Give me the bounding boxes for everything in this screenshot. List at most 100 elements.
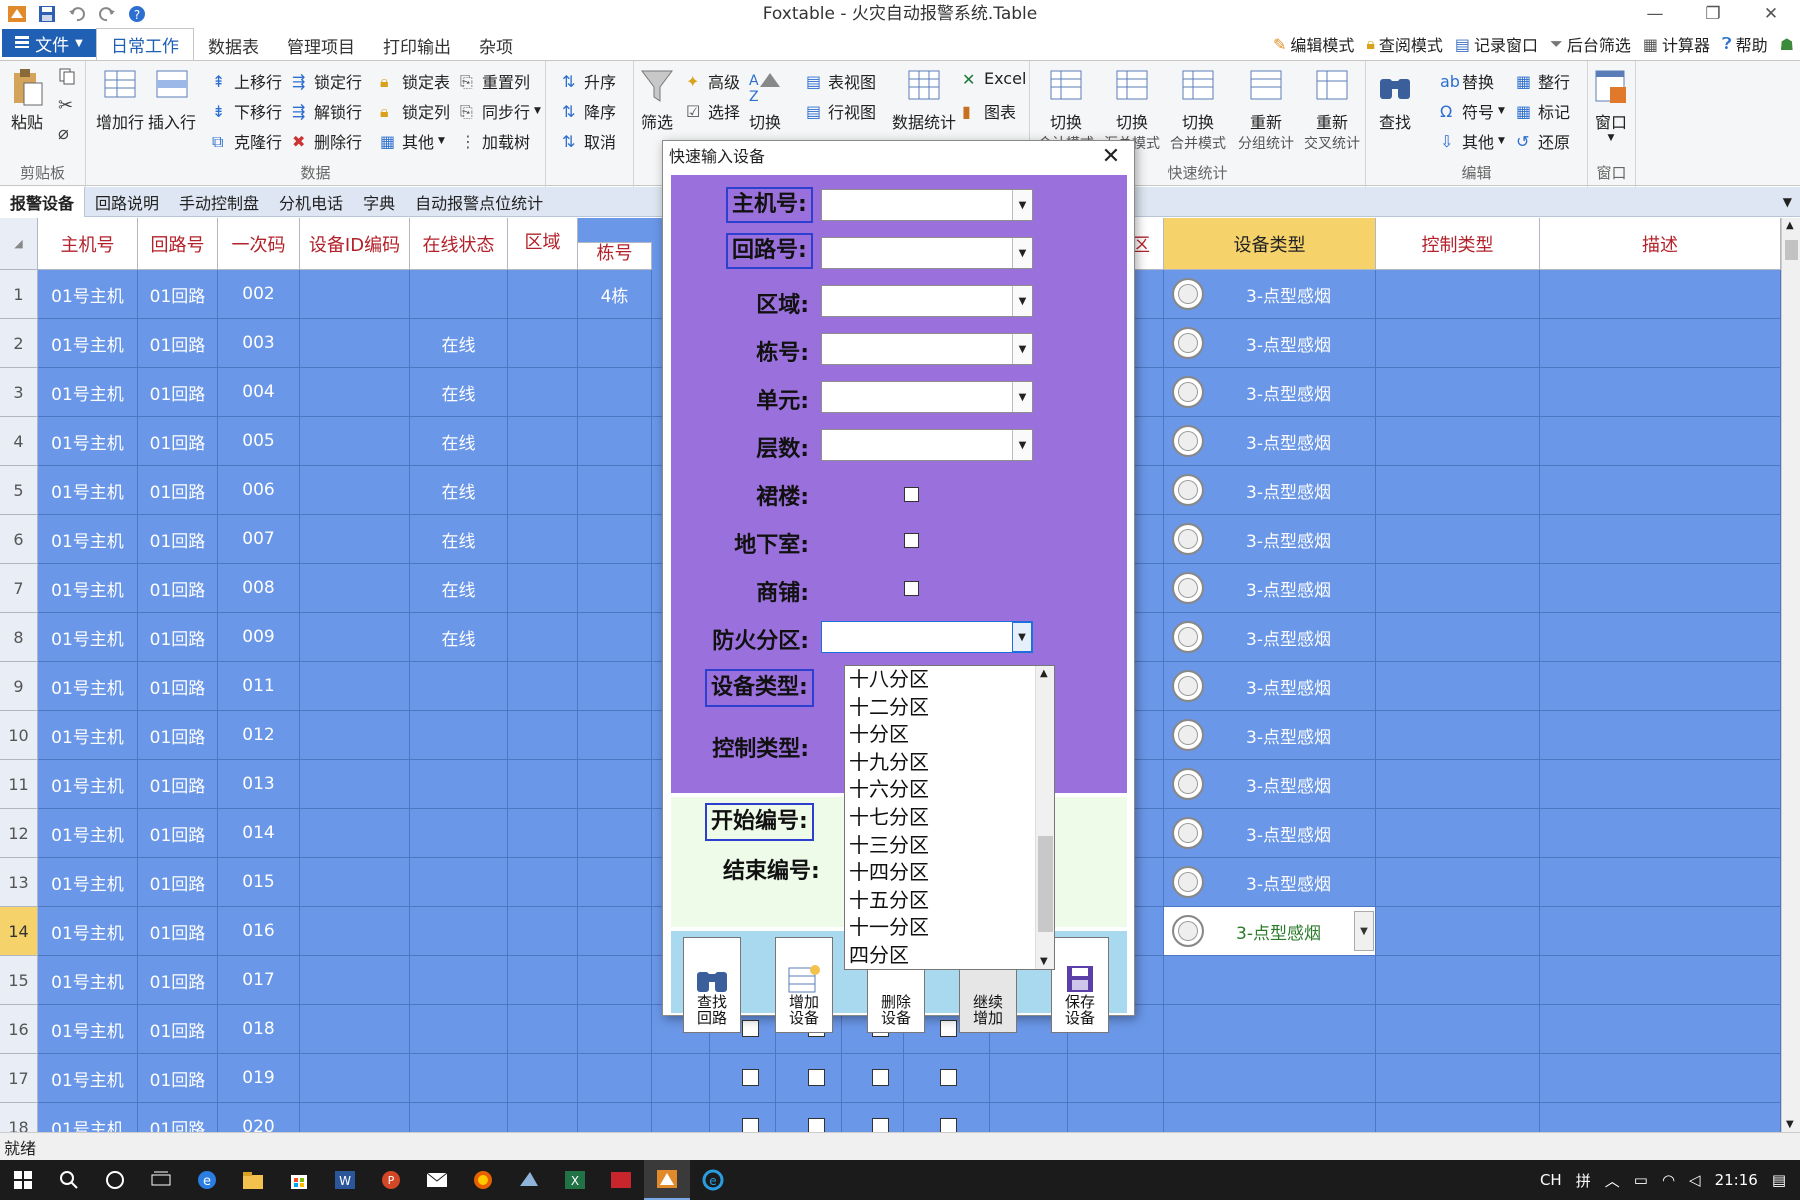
- cell[interactable]: [508, 711, 578, 760]
- col-header-control-type[interactable]: 控制类型: [1376, 218, 1540, 270]
- dropdown-option[interactable]: 十六分区: [845, 776, 1054, 804]
- dropdown-option[interactable]: 十一分区: [845, 914, 1054, 942]
- cell-status[interactable]: [410, 809, 508, 858]
- mark-button[interactable]: ▦ 标记: [1516, 99, 1570, 123]
- excel-taskbar-icon[interactable]: X: [552, 1160, 598, 1200]
- app-logo-icon[interactable]: [6, 3, 28, 25]
- tab-manage-project[interactable]: 管理项目: [273, 30, 369, 60]
- cell[interactable]: [1540, 1103, 1781, 1132]
- row-number[interactable]: 10: [0, 711, 38, 760]
- area-combo[interactable]: ▼: [821, 285, 1033, 317]
- dropdown-option[interactable]: 四分区: [845, 942, 1054, 969]
- restore-button[interactable]: ❐: [1684, 0, 1742, 28]
- cell-host[interactable]: 01号主机: [38, 907, 138, 956]
- cell[interactable]: [508, 417, 578, 466]
- symbol-button[interactable]: Ω 符号 ▼: [1440, 99, 1505, 123]
- dropdown-scrollbar[interactable]: ▲ ▼: [1035, 666, 1054, 969]
- cell-status[interactable]: [410, 1005, 508, 1054]
- cell[interactable]: [1540, 858, 1781, 907]
- cell[interactable]: [300, 564, 410, 613]
- unit-combo[interactable]: ▼: [821, 381, 1033, 413]
- store-icon[interactable]: [276, 1160, 322, 1200]
- edit-mode-button[interactable]: ✎ 编辑模式: [1273, 32, 1354, 56]
- device-status-radio[interactable]: [1172, 474, 1204, 506]
- dropdown-option[interactable]: 十八分区: [845, 666, 1054, 694]
- cell[interactable]: [300, 858, 410, 907]
- recross-stats-button[interactable]: 重新 交叉统计: [1304, 67, 1360, 153]
- cortana-icon[interactable]: [92, 1160, 138, 1200]
- cell-building[interactable]: [578, 368, 652, 417]
- chevron-down-icon[interactable]: ▼: [1012, 190, 1032, 220]
- sort-desc-button[interactable]: ⇅ 降序: [562, 99, 616, 123]
- cell-host[interactable]: 01号主机: [38, 466, 138, 515]
- row-number[interactable]: 5: [0, 466, 38, 515]
- cell-loop[interactable]: 01回路: [138, 515, 218, 564]
- cell-loop[interactable]: 01回路: [138, 613, 218, 662]
- cell[interactable]: [652, 1103, 710, 1132]
- cell[interactable]: [990, 1054, 1068, 1103]
- cell[interactable]: [1540, 319, 1781, 368]
- clone-row-button[interactable]: ⧉ 克隆行: [212, 129, 282, 153]
- reset-col-button[interactable]: ⎘ 重置列: [460, 69, 530, 93]
- scroll-thumb[interactable]: [1785, 240, 1798, 260]
- cell[interactable]: [508, 1103, 578, 1132]
- background-filter-button[interactable]: ⏷ 后台筛选: [1550, 32, 1631, 56]
- cell-code[interactable]: 017: [218, 956, 300, 1005]
- calculator-button[interactable]: ▦ 计算器: [1643, 32, 1710, 56]
- cell-loop[interactable]: 01回路: [138, 858, 218, 907]
- host-combo[interactable]: ▼: [821, 189, 1033, 221]
- device-status-radio[interactable]: [1172, 278, 1204, 310]
- copy-icon[interactable]: [58, 67, 76, 85]
- chart-button[interactable]: ▮ 图表: [962, 99, 1016, 123]
- cell-building[interactable]: [578, 809, 652, 858]
- cell[interactable]: [508, 515, 578, 564]
- cell-host[interactable]: 01号主机: [38, 662, 138, 711]
- delete-row-button[interactable]: ✖ 删除行: [292, 129, 362, 153]
- cell-host[interactable]: 01号主机: [38, 564, 138, 613]
- cell-code[interactable]: 018: [218, 1005, 300, 1054]
- cell[interactable]: [990, 1103, 1068, 1132]
- cell-status[interactable]: 在线: [410, 319, 508, 368]
- device-status-radio[interactable]: [1172, 817, 1204, 849]
- loop-combo[interactable]: ▼: [821, 237, 1033, 269]
- lock-row-button[interactable]: ⇶ 锁定行: [292, 69, 362, 93]
- cell-code[interactable]: 014: [218, 809, 300, 858]
- cell-status[interactable]: 在线: [410, 466, 508, 515]
- cell-building[interactable]: [578, 956, 652, 1005]
- cell[interactable]: [1540, 417, 1781, 466]
- task-view-icon[interactable]: [138, 1160, 184, 1200]
- cell[interactable]: [1376, 907, 1540, 956]
- cell-loop[interactable]: 01回路: [138, 1054, 218, 1103]
- cell-code[interactable]: 015: [218, 858, 300, 907]
- save-device-button[interactable]: 保存 设备: [1051, 937, 1109, 1033]
- col-header-building[interactable]: 栋号: [578, 242, 652, 270]
- regroup-stats-button[interactable]: 重新 分组统计: [1238, 67, 1294, 153]
- device-status-radio[interactable]: [1172, 670, 1204, 702]
- cell-status[interactable]: 在线: [410, 515, 508, 564]
- cell-status[interactable]: 在线: [410, 417, 508, 466]
- cell[interactable]: [300, 1054, 410, 1103]
- cell[interactable]: [1376, 711, 1540, 760]
- dropdown-scroll-thumb[interactable]: [1038, 836, 1053, 932]
- cell-loop[interactable]: 01回路: [138, 270, 218, 319]
- format-painter-icon[interactable]: ⌀: [58, 123, 69, 144]
- search-icon[interactable]: [46, 1160, 92, 1200]
- record-window-button[interactable]: ▤ 记录窗口: [1455, 32, 1538, 56]
- insert-row-button[interactable]: 插入行: [148, 67, 196, 133]
- cell-building[interactable]: [578, 466, 652, 515]
- move-down-button[interactable]: ⇟ 下移行: [212, 99, 282, 123]
- cell-code[interactable]: 011: [218, 662, 300, 711]
- row-number[interactable]: 16: [0, 1005, 38, 1054]
- volume-icon[interactable]: ◁: [1689, 1171, 1701, 1189]
- cell[interactable]: [1540, 907, 1781, 956]
- cell[interactable]: [508, 368, 578, 417]
- cell[interactable]: [300, 662, 410, 711]
- dropdown-option[interactable]: 十七分区: [845, 804, 1054, 832]
- cell-building[interactable]: [578, 515, 652, 564]
- cell-loop[interactable]: 01回路: [138, 368, 218, 417]
- cell-code[interactable]: 002: [218, 270, 300, 319]
- cell-host[interactable]: 01号主机: [38, 1005, 138, 1054]
- row-number[interactable]: 1: [0, 270, 38, 319]
- row-number[interactable]: 9: [0, 662, 38, 711]
- sort-cancel-button[interactable]: ⇅ 取消: [562, 129, 616, 153]
